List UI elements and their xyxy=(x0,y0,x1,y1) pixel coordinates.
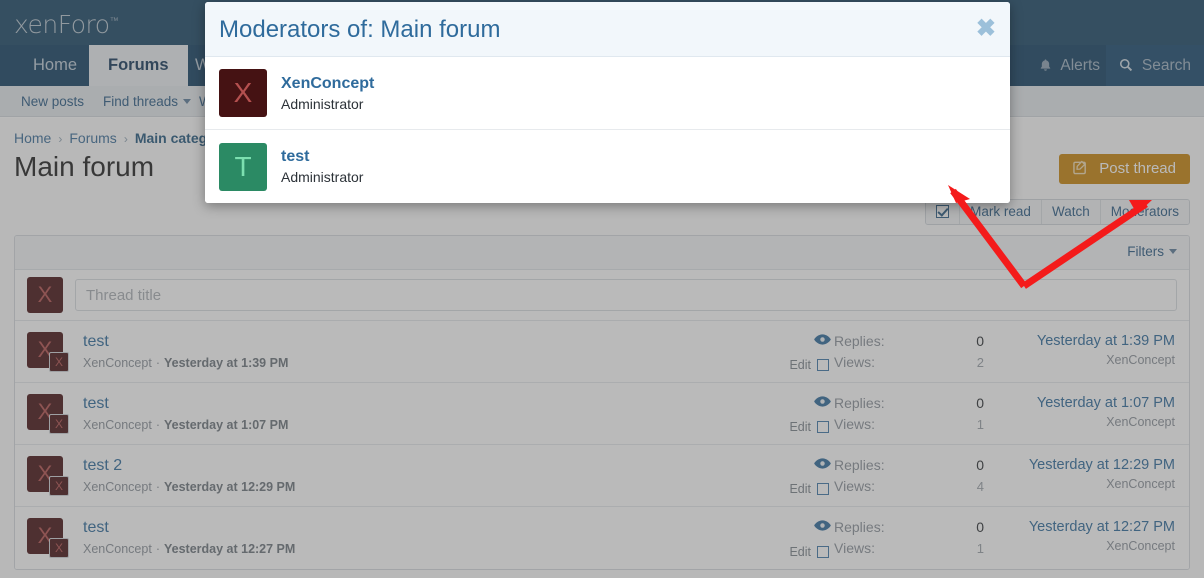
close-icon[interactable]: ✖ xyxy=(976,17,996,41)
list-item[interactable]: X XenConcept Administrator xyxy=(205,57,1010,130)
avatar-letter: X xyxy=(233,77,253,108)
moderator-list: X XenConcept Administrator Ttest Administrat… xyxy=(205,57,1010,203)
modal-header: Moderators of: Main forum ✖ xyxy=(205,2,1010,57)
moderator-name-link[interactable]: XenConcept xyxy=(281,73,374,94)
moderators-modal: Moderators of: Main forum ✖ X XenConcept A… xyxy=(205,2,1010,203)
moderator-role: Administrator xyxy=(281,95,364,112)
avatar-letter: T xyxy=(234,150,252,182)
page-root: xenForo™ Home Forums Wh ox Alerts Search… xyxy=(0,0,1204,578)
moderator-role: Administrator xyxy=(281,169,364,185)
modal-title: Moderators of: Main forum xyxy=(219,16,501,43)
moderator-info: test Administrator xyxy=(281,146,363,187)
moderator-name-link[interactable]: test xyxy=(281,146,363,167)
list-item[interactable]: Ttest Administrator xyxy=(205,130,1010,203)
moderator-info: XenConcept Administrator xyxy=(281,73,374,114)
avatar[interactable]: T xyxy=(219,142,267,191)
avatar[interactable]: X xyxy=(219,69,267,117)
